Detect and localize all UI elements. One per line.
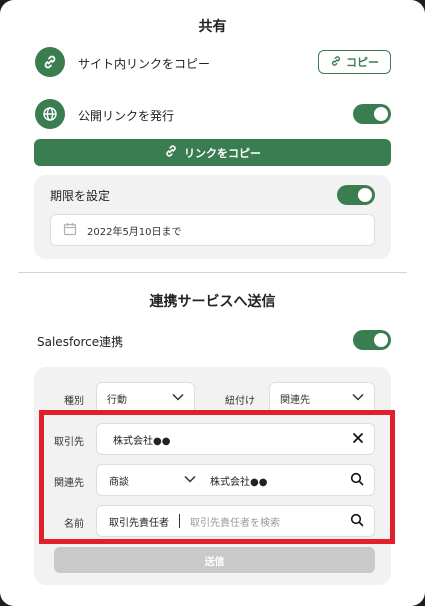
toggle-knob xyxy=(358,188,372,202)
type-label: 種別 xyxy=(64,396,84,407)
link-label: 紐付け xyxy=(225,396,255,407)
integration-title: 連携サービスへ送信 xyxy=(149,294,276,310)
toggle-knob xyxy=(374,107,388,121)
chevron-down-icon xyxy=(352,393,364,404)
globe-icon xyxy=(35,99,65,129)
type-select-value: 行動 xyxy=(107,394,127,406)
divider xyxy=(18,272,407,273)
link-icon xyxy=(35,47,65,77)
share-panel: 共有 サイト内リンクをコピー コピー 公開リンクを発行 リンクをコピー 期限を設… xyxy=(0,0,425,606)
link-icon xyxy=(330,55,342,70)
copy-link-button-label: リンクをコピー xyxy=(184,146,261,160)
submit-button[interactable]: 送信 xyxy=(54,547,375,573)
expiry-date-field[interactable]: 2022年5月10日まで xyxy=(50,214,375,246)
site-link-label: サイト内リンクをコピー xyxy=(78,57,211,71)
highlight-frame xyxy=(39,410,395,544)
copy-button[interactable]: コピー xyxy=(318,50,391,74)
copy-link-button[interactable]: リンクをコピー xyxy=(34,139,391,166)
expiry-date-value: 2022年5月10日まで xyxy=(87,226,182,238)
copy-button-label: コピー xyxy=(346,56,379,69)
public-link-label: 公開リンクを発行 xyxy=(78,109,175,123)
link-select-value: 関連先 xyxy=(280,394,310,406)
salesforce-toggle[interactable] xyxy=(353,330,391,350)
public-link-toggle[interactable] xyxy=(353,104,391,124)
link-icon xyxy=(164,144,178,161)
share-title: 共有 xyxy=(198,19,227,35)
salesforce-label: Salesforce連携 xyxy=(37,335,124,349)
expiry-label: 期限を設定 xyxy=(50,189,111,203)
expiry-toggle[interactable] xyxy=(337,185,375,205)
submit-button-label: 送信 xyxy=(204,556,225,568)
toggle-knob xyxy=(374,333,388,347)
chevron-down-icon xyxy=(172,393,184,404)
calendar-icon xyxy=(63,222,77,239)
